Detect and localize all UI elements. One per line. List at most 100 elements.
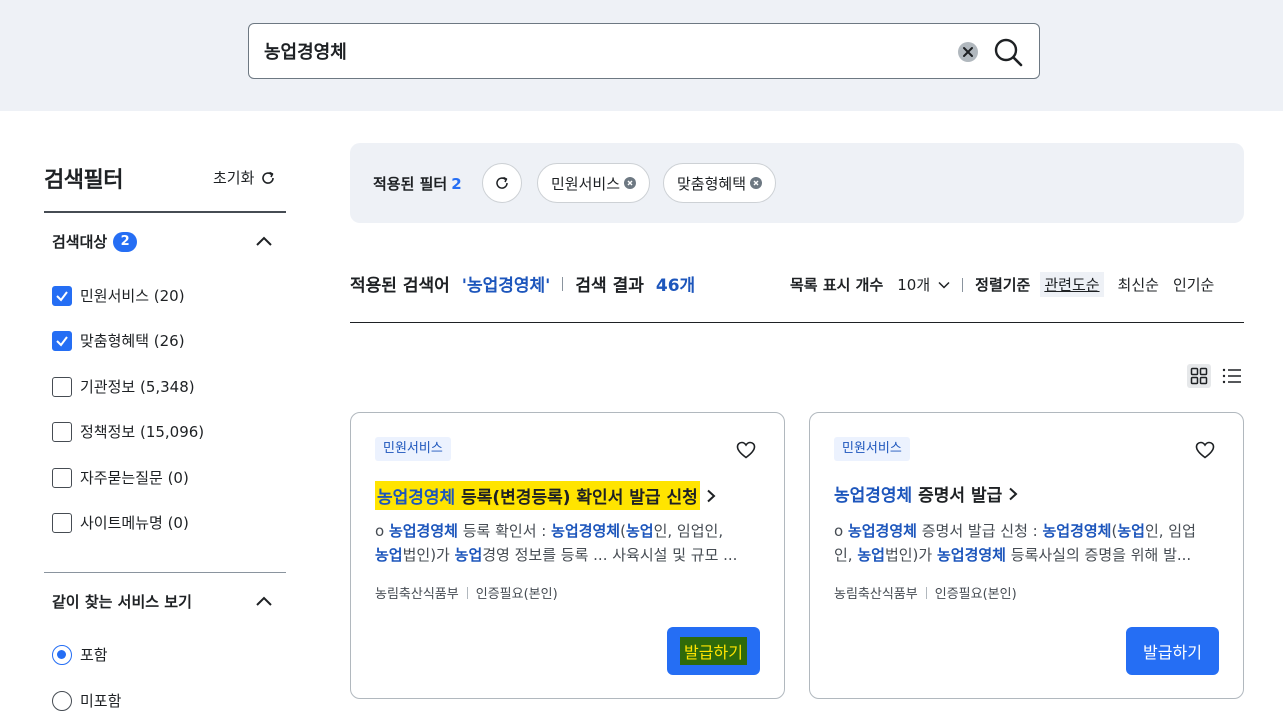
desc-text: 인, 임업 — [1144, 522, 1196, 540]
desc-line: 농업법인)가 농업경영 정보를 등록 ... 사육시설 및 규모 ... — [375, 543, 765, 567]
sort-relevance[interactable]: 관련도순 — [1040, 272, 1104, 297]
target-section-header[interactable]: 검색대상 2 — [52, 231, 138, 252]
refresh-icon — [262, 171, 275, 184]
chip-remove-icon[interactable] — [624, 177, 637, 189]
checkbox-civil-service[interactable]: 민원서비스 (20) — [52, 285, 185, 306]
list-icon — [1222, 368, 1241, 384]
card-description: o 농업경영체 등록 확인서 : 농업경영체(농업인, 임업인, 농업법인)가 … — [375, 519, 765, 567]
reset-label: 초기화 — [213, 169, 255, 187]
related-section-label: 같이 찾는 서비스 보기 — [52, 593, 192, 611]
issue-button-label: 발급하기 — [1143, 643, 1202, 662]
checkbox-unchecked[interactable] — [52, 512, 72, 533]
radio-selected[interactable] — [52, 644, 72, 665]
desc-keyword: 농업 — [625, 522, 654, 540]
related-section-header[interactable]: 같이 찾는 서비스 보기 — [52, 591, 192, 612]
radio-unselected[interactable] — [52, 690, 72, 711]
checkbox-policy-info[interactable]: 정책정보 (15,096) — [52, 421, 204, 442]
chip-label: 민원서비스 — [551, 174, 621, 193]
sort-latest[interactable]: 최신순 — [1118, 274, 1159, 295]
desc-keyword: 농업 — [857, 546, 885, 564]
per-page-value: 10개 — [897, 276, 931, 294]
chevron-up-icon[interactable] — [255, 235, 273, 247]
heart-icon[interactable] — [1194, 439, 1216, 461]
applied-count: 2 — [451, 175, 462, 193]
result-card: 민원서비스 농업경영체 등록(변경등록) 확인서 발급 신청 o 농업경영체 등… — [350, 412, 785, 699]
chevron-up-icon[interactable] — [255, 595, 273, 607]
chevron-down-icon — [938, 281, 950, 289]
issue-button[interactable]: 발급하기 — [667, 627, 760, 675]
chip-label: 맞춤형혜택 — [677, 174, 747, 193]
applied-filter-panel: 적용된 필터 2 민원서비스 맞춤형혜택 — [350, 143, 1244, 223]
card-title-link[interactable]: 농업경영체 증명서 발급 — [834, 481, 1018, 506]
filter-reset-button[interactable]: 초기화 — [213, 167, 276, 188]
divider — [466, 586, 468, 599]
desc-keyword: 농업 — [454, 546, 483, 564]
title-keyword: 농업경영체 — [377, 488, 456, 508]
card-category-tag: 민원서비스 — [375, 437, 451, 461]
sort-label: 정렬기준 — [975, 276, 1031, 294]
desc-text: o — [834, 522, 848, 540]
per-page-label: 목록 표시 개수 — [790, 276, 884, 294]
card-agency: 농림축산식품부 — [375, 587, 459, 602]
desc-text: 법인)가 — [884, 546, 937, 564]
desc-text: 등록 확인서 : — [457, 522, 552, 540]
heart-icon[interactable] — [735, 439, 757, 461]
card-meta: 농림축산식품부 인증필요(본인) — [834, 583, 1017, 602]
checkbox-org-info[interactable]: 기관정보 (5,348) — [52, 376, 195, 397]
desc-text: 법인)가 — [402, 546, 455, 564]
applied-filter-label: 적용된 필터 2 — [373, 173, 462, 194]
sidebar-divider — [44, 211, 286, 213]
chip-remove-icon[interactable] — [750, 177, 763, 189]
check-icon — [56, 290, 68, 302]
target-count-badge: 2 — [113, 231, 138, 252]
checkbox-label: 맞춤형혜택 (26) — [80, 332, 185, 350]
close-icon — [963, 47, 973, 57]
card-category-tag: 민원서비스 — [834, 437, 910, 461]
list-view-button[interactable] — [1220, 364, 1244, 388]
desc-text: 증명서 발급 신청 : — [916, 522, 1043, 540]
radio-include[interactable]: 포함 — [52, 644, 108, 665]
result-divider — [350, 322, 1244, 323]
checkbox-checked[interactable] — [52, 285, 72, 306]
checkbox-site-menu[interactable]: 사이트메뉴명 (0) — [52, 512, 189, 533]
checkbox-label: 기관정보 (5,348) — [80, 378, 195, 396]
desc-keyword: 농업경영체 — [1042, 522, 1112, 540]
checkbox-unchecked[interactable] — [52, 421, 72, 442]
radio-exclude[interactable]: 미포함 — [52, 690, 121, 711]
checkbox-faq[interactable]: 자주묻는질문 (0) — [52, 467, 189, 488]
filter-title: 검색필터 — [44, 168, 123, 193]
chevron-right-icon — [1009, 487, 1018, 500]
checkbox-unchecked[interactable] — [52, 467, 72, 488]
desc-keyword: 농업경영체 — [388, 522, 458, 540]
divider — [925, 586, 927, 599]
issue-button[interactable]: 발급하기 — [1126, 627, 1219, 675]
desc-text: 인, — [834, 546, 858, 564]
card-title-link[interactable]: 농업경영체 등록(변경등록) 확인서 발급 신청 — [375, 481, 716, 510]
refresh-icon — [496, 176, 508, 189]
checkbox-unchecked[interactable] — [52, 376, 72, 397]
card-agency: 농림축산식품부 — [834, 587, 918, 602]
checkbox-checked[interactable] — [52, 330, 72, 351]
clear-search-button[interactable] — [958, 42, 978, 62]
checkbox-custom-benefit[interactable]: 맞춤형혜택 (26) — [52, 330, 185, 351]
issue-button-label: 발급하기 — [680, 637, 747, 665]
target-section-label: 검색대상 — [52, 233, 108, 251]
card-title-text: 농업경영체 등록(변경등록) 확인서 발급 신청 — [375, 481, 700, 510]
sort-popular[interactable]: 인기순 — [1173, 274, 1214, 295]
radio-label: 포함 — [80, 646, 108, 664]
card-title-text: 농업경영체 증명서 발급 — [834, 481, 1002, 506]
check-icon — [56, 335, 68, 347]
title-rest: 증명서 발급 — [912, 486, 1003, 506]
filter-chip[interactable]: 맞춤형혜택 — [663, 163, 777, 203]
desc-keyword: 농업경영체 — [551, 522, 621, 540]
grid-view-button[interactable] — [1187, 364, 1211, 388]
per-page-select[interactable]: 10개 — [897, 274, 950, 295]
search-input[interactable] — [264, 38, 904, 64]
search-button[interactable] — [993, 37, 1023, 67]
title-rest: 등록(변경등록) 확인서 발급 신청 — [455, 488, 698, 508]
filter-chip[interactable]: 민원서비스 — [537, 163, 651, 203]
checkbox-label: 민원서비스 (20) — [80, 287, 185, 305]
applied-reset-button[interactable] — [482, 163, 522, 203]
desc-text: o — [375, 522, 389, 540]
chevron-right-icon — [707, 489, 716, 502]
